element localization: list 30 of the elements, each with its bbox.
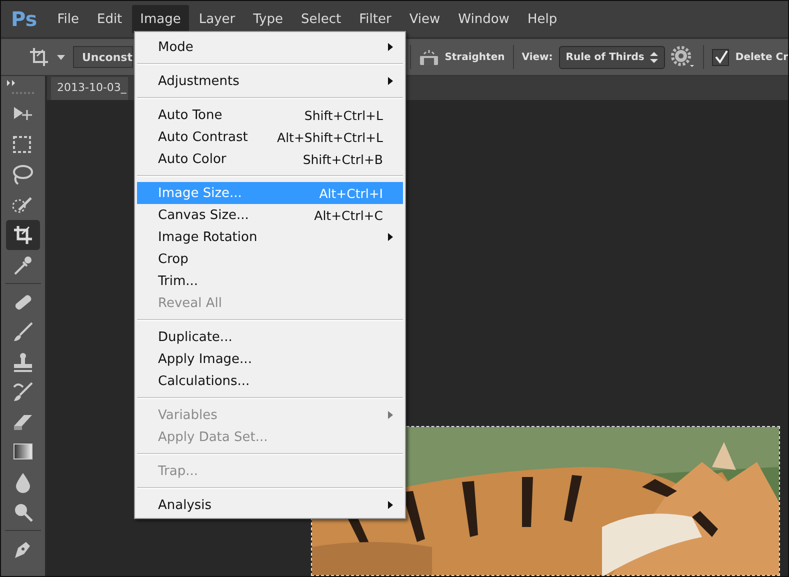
menu-item[interactable]: Edit [88,5,130,33]
menu-item[interactable]: Adjustments [137,70,403,92]
menu-item[interactable]: Filter [351,5,400,33]
view-label: View: [522,52,553,62]
document-tab[interactable]: 2013-10-03_ [51,77,128,100]
app-logo: Ps [11,7,38,31]
view-dropdown[interactable]: Rule of Thirds [558,46,666,68]
ratio-dropdown[interactable]: Unconst [73,46,133,68]
menu-item[interactable]: Crop [137,248,403,270]
menu-item[interactable]: Image Rotation [137,226,403,248]
menu-item[interactable]: Auto Contrast Alt+Shift+Ctrl+L [137,126,403,148]
menu-item[interactable]: Type [245,5,291,33]
menu-item[interactable]: Image [132,5,189,33]
menu-item[interactable]: File [49,5,87,33]
menu-item[interactable]: Mode [137,36,403,58]
menu-item[interactable]: Layer [190,5,244,33]
menu-item[interactable]: View [401,5,448,33]
menu-item[interactable]: Auto Tone Shift+Ctrl+L [137,104,403,126]
menu-item[interactable]: Apply Image... [137,348,403,370]
menu-item[interactable]: Window [450,5,518,33]
menu-item[interactable]: Canvas Size... Alt+Ctrl+C [137,204,403,226]
checkbox-label: Delete Cr [735,52,788,62]
menu-item[interactable]: Select [293,5,350,33]
menu-item[interactable]: Duplicate... [137,326,403,348]
menu-item[interactable]: Auto Color Shift+Ctrl+B [137,148,403,170]
straighten-button[interactable]: Straighten [444,52,505,62]
menu-item[interactable]: Calculations... [137,370,403,392]
menu-item[interactable]: Trim... [137,270,403,292]
menu-item[interactable]: Help [519,5,566,33]
menu-item[interactable]: Analysis [137,494,403,516]
